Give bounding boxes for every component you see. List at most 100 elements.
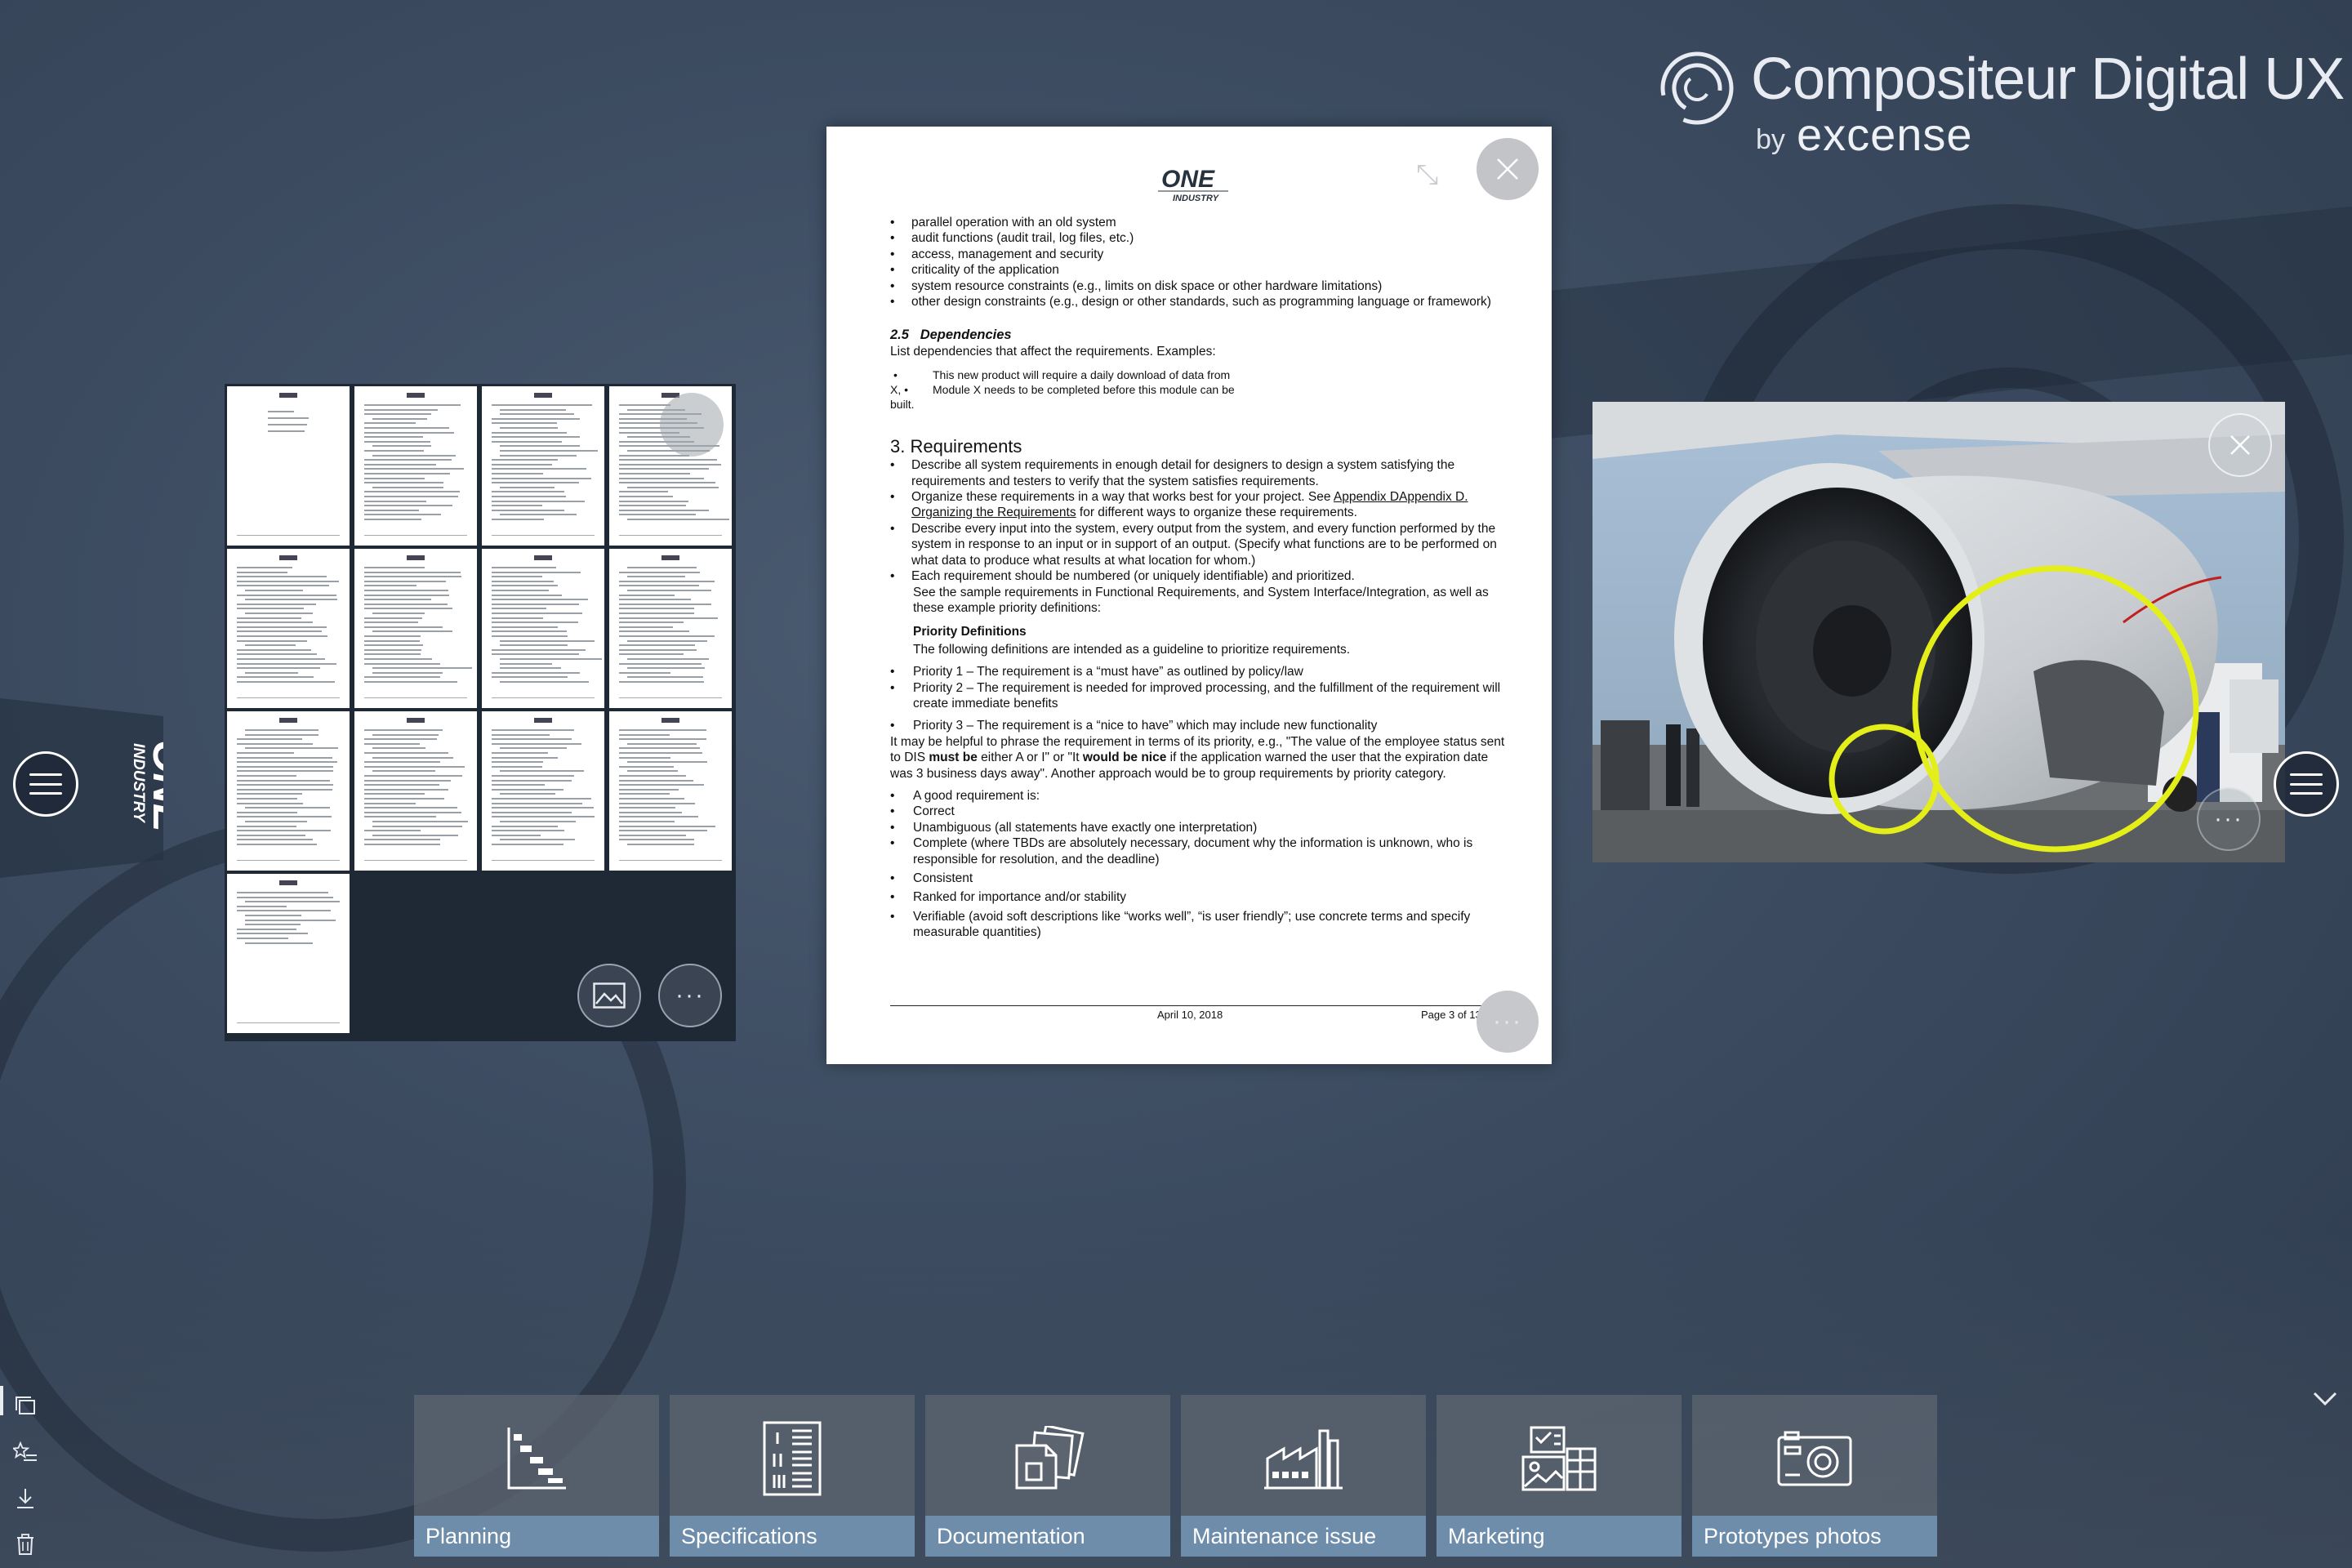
page-thumbnail[interactable] [227, 711, 350, 871]
doc-logo-line2: INDUSTRY [1173, 194, 1220, 203]
app-title: Compositeur Digital UX [1751, 47, 2345, 112]
gantt-chart-icon [414, 1419, 659, 1498]
tile-planning[interactable]: Planning [414, 1395, 659, 1557]
list-item: Priority 2 – The requirement is needed f… [890, 680, 1511, 712]
list-item: Verifiable (avoid soft descriptions like… [890, 909, 1511, 941]
list-item: system resource constraints (e.g., limit… [867, 278, 1511, 295]
side-logo-line2: INDUSTRY [130, 743, 147, 824]
list-item: Complete (where TBDs are absolutely nece… [890, 835, 1511, 867]
list-item: A good requirement is: [890, 788, 1511, 804]
list-item: access, management and security [867, 247, 1511, 263]
page-thumbnail[interactable] [227, 549, 350, 708]
list-item: Describe every input into the system, ev… [867, 521, 1511, 568]
doc-close-button[interactable] [1477, 138, 1539, 200]
image-view-button[interactable] [577, 964, 641, 1027]
windows-button[interactable] [11, 1392, 39, 1420]
documents-stack-icon [925, 1419, 1170, 1498]
list-item: parallel operation with an old system [867, 215, 1511, 231]
more-dots-icon: ··· [675, 982, 705, 1009]
footer-page-number: Page 3 of 13 [1421, 1009, 1481, 1021]
tile-maintenance-issue[interactable]: Maintenance issue [1181, 1395, 1426, 1557]
page-thumbnail[interactable] [609, 549, 732, 708]
priority-list: Priority 1 – The requirement is a “must … [890, 664, 1511, 734]
priority-phrasing: It may be helpful to phrase the requirem… [890, 734, 1505, 781]
tile-specifications[interactable]: Specifications [670, 1395, 915, 1557]
page-thumbnail[interactable] [482, 711, 604, 871]
list-item: Unambiguous (all statements have exactly… [890, 820, 1511, 836]
more-dots-icon: ··· [2214, 805, 2243, 832]
good-requirement-list: A good requirement is: Correct Unambiguo… [890, 788, 1511, 941]
constraints-list: parallel operation with an old system au… [867, 215, 1511, 310]
tile-marketing[interactable]: Marketing [1437, 1395, 1682, 1557]
marketing-board-icon [1437, 1419, 1682, 1498]
windows-icon [16, 1396, 35, 1414]
list-item: Consistent [890, 871, 1511, 887]
active-tool-indicator [0, 1386, 3, 1415]
ghost-close-button[interactable] [660, 393, 724, 457]
doc-more-button[interactable]: ··· [1477, 991, 1539, 1053]
priority-intro: The following definitions are intended a… [913, 642, 1351, 657]
spec-document-icon [670, 1419, 915, 1498]
trash-icon [17, 1534, 33, 1555]
grid-more-button[interactable]: ··· [658, 964, 722, 1027]
dependencies-examples: • This new product will require a daily d… [890, 368, 1235, 412]
tile-prototypes-photos[interactable]: Prototypes photos [1692, 1395, 1937, 1557]
favorites-icon [13, 1441, 37, 1461]
list-item: Priority 1 – The requirement is a “must … [890, 664, 1511, 680]
section-heading: 3. Requirements [890, 436, 1022, 457]
page-thumbnail[interactable] [354, 386, 477, 546]
list-item: Describe all system requirements in enou… [867, 457, 1511, 489]
tile-label: Planning [414, 1516, 659, 1557]
page-thumbnail[interactable] [227, 874, 350, 1033]
list-item: audit functions (audit trail, log files,… [867, 230, 1511, 247]
tile-label: Maintenance issue [1181, 1516, 1426, 1557]
jet-engine-photo [1592, 402, 2285, 862]
requirements-list: Describe all system requirements in enou… [867, 457, 1511, 585]
list-item: criticality of the application [867, 262, 1511, 278]
footer-date: April 10, 2018 [1157, 1009, 1223, 1021]
brand-company: excense [1797, 109, 1973, 160]
tile-label: Marketing [1437, 1516, 1682, 1557]
tile-label: Specifications [670, 1516, 915, 1557]
left-menu-button[interactable] [13, 751, 78, 817]
engine-photo-viewer[interactable] [1592, 402, 2285, 862]
download-button[interactable] [11, 1485, 39, 1512]
download-icon [17, 1489, 33, 1508]
page-thumbnail[interactable] [609, 711, 732, 871]
one-industry-logo: ONE INDUSTRY [130, 740, 163, 833]
photo-close-button[interactable] [2208, 413, 2272, 477]
req-continuation: See the sample requirements in Functiona… [913, 585, 1489, 615]
expand-icon[interactable]: ⤡ [1416, 159, 1438, 191]
list-item: Correct [890, 804, 1511, 820]
hamburger-icon [2290, 773, 2323, 795]
document-page-content: parallel operation with an old system au… [890, 215, 1511, 941]
priority-heading: Priority Definitions [913, 625, 1027, 639]
list-item: Organize these requirements in a way tha… [867, 489, 1511, 521]
close-icon [1497, 158, 1518, 180]
hamburger-icon [29, 773, 62, 795]
right-menu-button[interactable] [2274, 751, 2339, 817]
brand-header: Compositeur Digital UX by excense [1658, 42, 2345, 165]
camera-icon [1692, 1419, 1937, 1498]
page-thumbnail[interactable] [354, 549, 477, 708]
page-thumbnail[interactable] [227, 386, 350, 546]
page-thumbnail[interactable] [482, 549, 604, 708]
chevron-down-icon[interactable] [2311, 1388, 2339, 1410]
close-icon [2230, 435, 2250, 455]
doc-logo-line1: ONE [1161, 166, 1215, 193]
favorites-button[interactable] [11, 1439, 39, 1467]
page-thumbnail[interactable] [354, 711, 477, 871]
trash-button[interactable] [11, 1530, 39, 1558]
section-heading: 2.5 Dependencies [890, 327, 1012, 343]
dependencies-intro: List dependencies that affect the requir… [890, 344, 1216, 359]
tile-label: Documentation [925, 1516, 1170, 1557]
document-viewer[interactable]: ONE INDUSTRY ⤡ parallel operation with a… [826, 127, 1552, 1064]
photo-more-button[interactable]: ··· [2197, 787, 2261, 851]
page-thumbnail[interactable] [482, 386, 604, 546]
document-thumbnail-grid[interactable] [225, 384, 736, 1041]
footer-rule [890, 1005, 1486, 1006]
factory-icon [1181, 1419, 1426, 1498]
tile-documentation[interactable]: Documentation [925, 1395, 1170, 1557]
list-item: Each requirement should be numbered (or … [867, 568, 1511, 585]
brand-by: by [1756, 124, 1785, 155]
